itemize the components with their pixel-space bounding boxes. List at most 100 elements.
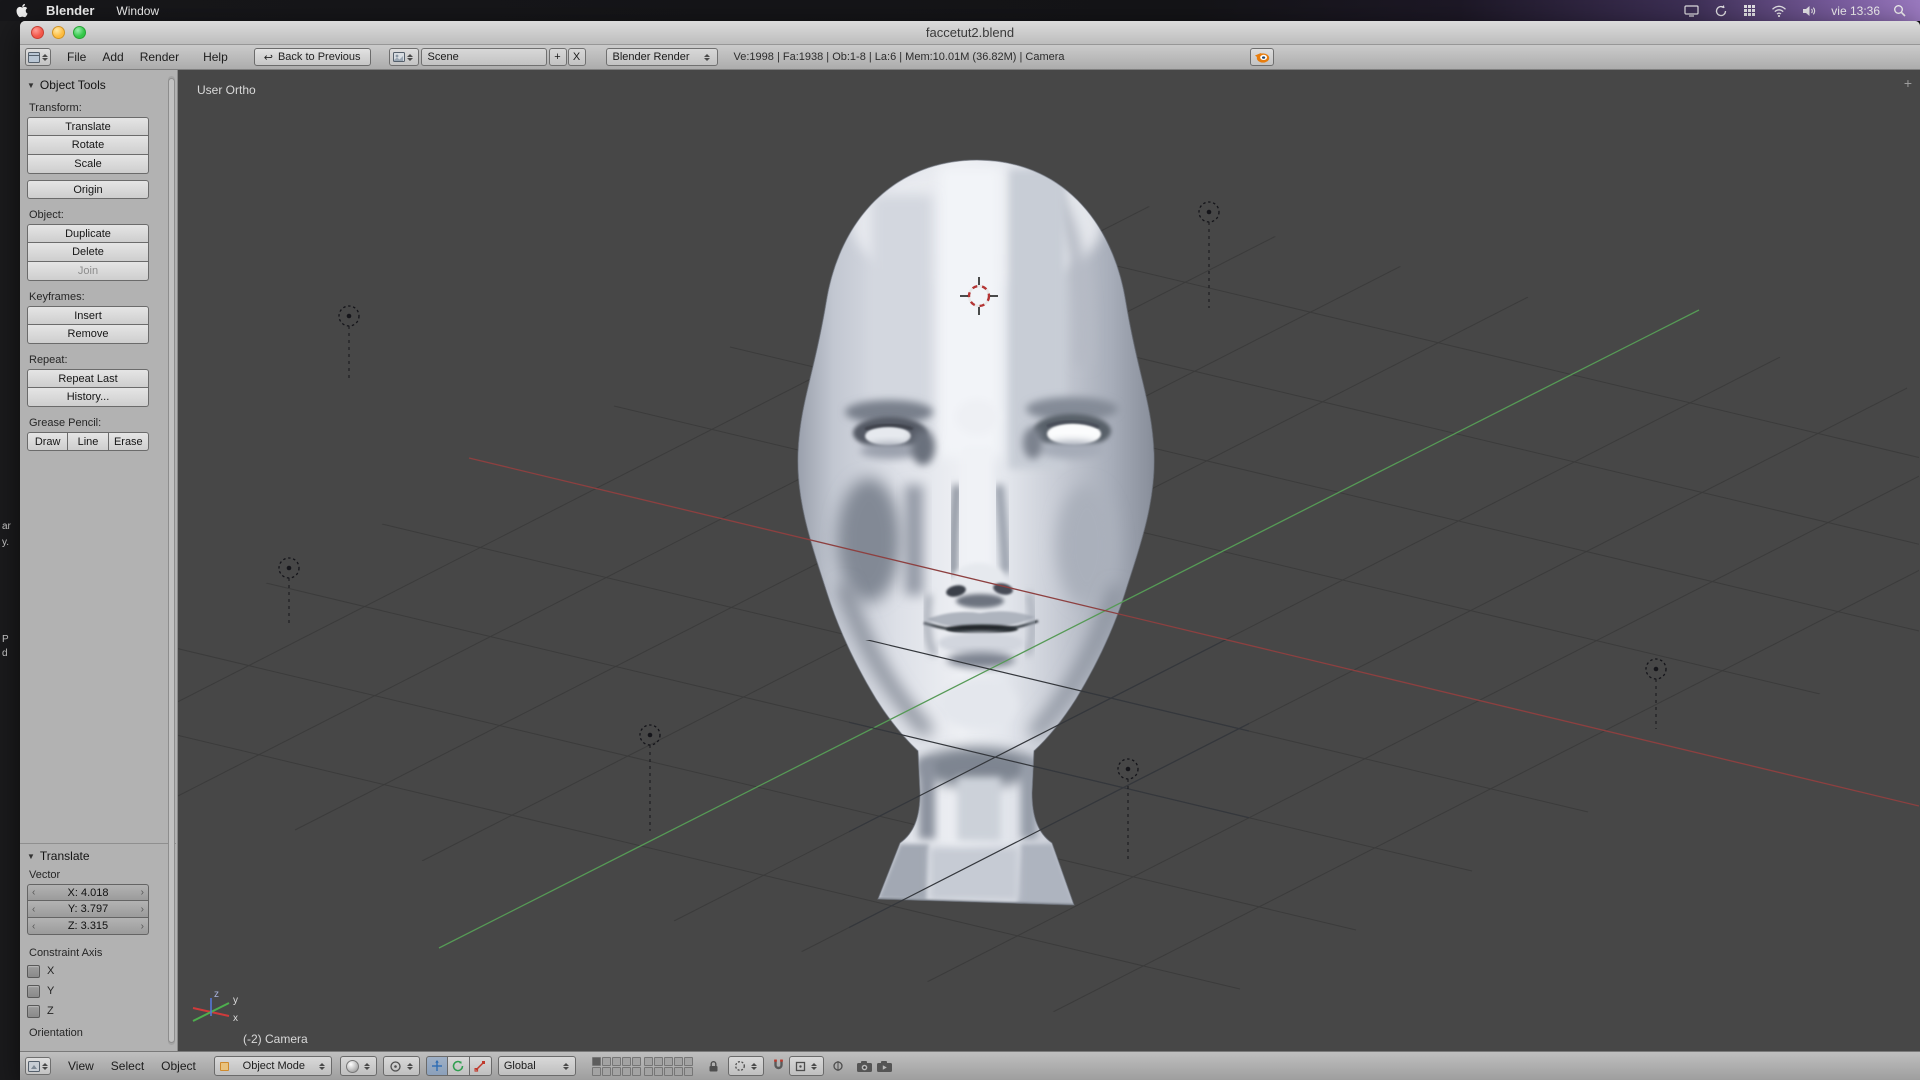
tool-shelf-scrollbar[interactable] <box>168 76 175 1045</box>
grease-draw-button[interactable]: Draw <box>27 432 68 451</box>
scene-add-button[interactable]: + <box>549 48 567 66</box>
head-mesh[interactable] <box>798 160 1154 905</box>
layer-cell[interactable] <box>602 1057 611 1066</box>
layer-cell[interactable] <box>602 1067 611 1076</box>
layer-cell[interactable] <box>632 1057 641 1066</box>
layer-cell[interactable] <box>592 1067 601 1076</box>
layer-grid-right[interactable] <box>644 1057 693 1076</box>
constraint-z-checkbox[interactable] <box>27 1005 40 1018</box>
volume-icon[interactable] <box>1802 5 1817 17</box>
sync-status-icon[interactable] <box>1714 4 1728 18</box>
translate-panel-header[interactable]: ▼ Translate <box>27 849 176 863</box>
layer-cell[interactable] <box>684 1057 693 1066</box>
editor-type-button[interactable] <box>25 1057 51 1075</box>
remove-keyframe-button[interactable]: Remove <box>27 325 149 344</box>
layer-cell[interactable] <box>644 1067 653 1076</box>
lamp-object[interactable] <box>1118 759 1138 861</box>
layer-cell[interactable] <box>592 1057 601 1066</box>
vector-y-slider[interactable]: ‹ Y: 3.797 › <box>27 901 149 918</box>
lamp-object[interactable] <box>279 558 299 626</box>
layer-cell[interactable] <box>654 1057 663 1066</box>
menu-file[interactable]: File <box>67 50 86 64</box>
layer-cell[interactable] <box>632 1067 641 1076</box>
scene-unlink-button[interactable]: X <box>568 48 586 66</box>
layer-cell[interactable] <box>664 1067 673 1076</box>
layer-cell[interactable] <box>612 1057 621 1066</box>
scene-browse-button[interactable] <box>389 48 419 66</box>
menu-window[interactable]: Window <box>116 4 159 18</box>
menu-help[interactable]: Help <box>203 50 228 64</box>
window-titlebar[interactable]: faccetut2.blend <box>20 21 1920 45</box>
proportional-edit-dropdown[interactable] <box>728 1056 764 1076</box>
snap-element-dropdown[interactable] <box>789 1056 824 1076</box>
object-tools-panel-header[interactable]: ▼ Object Tools <box>27 78 149 92</box>
object-menu[interactable]: Object <box>161 1059 196 1073</box>
pivot-point-dropdown[interactable] <box>383 1056 420 1076</box>
layer-cell[interactable] <box>674 1057 683 1066</box>
vector-z-slider[interactable]: ‹ Z: 3.315 › <box>27 918 149 935</box>
view-menu[interactable]: View <box>68 1059 94 1073</box>
vector-x-slider[interactable]: ‹ X: 4.018 › <box>27 884 149 901</box>
layer-cell[interactable] <box>674 1067 683 1076</box>
lamp-object[interactable] <box>1646 659 1666 729</box>
display-status-icon[interactable] <box>1684 5 1699 17</box>
scene-name-field[interactable]: Scene <box>421 48 547 66</box>
menu-render[interactable]: Render <box>140 50 179 64</box>
scale-button[interactable]: Scale <box>27 155 149 174</box>
apple-menu-icon[interactable] <box>16 3 28 18</box>
lamp-object[interactable] <box>1199 202 1219 308</box>
slider-right-arrow-icon[interactable]: › <box>141 887 144 898</box>
layer-cell[interactable] <box>612 1067 621 1076</box>
slider-left-arrow-icon[interactable]: ‹ <box>32 904 35 915</box>
spotlight-search-icon[interactable] <box>1893 4 1906 17</box>
insert-keyframe-button[interactable]: Insert <box>27 306 149 325</box>
render-engine-dropdown[interactable]: Blender Render <box>606 48 718 66</box>
snap-magnet-icon[interactable] <box>772 1059 785 1073</box>
join-button[interactable]: Join <box>27 262 149 281</box>
delete-button[interactable]: Delete <box>27 243 149 262</box>
layer-cell[interactable] <box>644 1057 653 1066</box>
translate-manipulator-button[interactable] <box>426 1056 448 1076</box>
constraint-y-checkbox[interactable] <box>27 985 40 998</box>
dropdown-arrows-icon <box>407 1061 414 1072</box>
opengl-render-anim-button[interactable] <box>876 1060 893 1073</box>
properties-region-toggle[interactable]: + <box>1904 75 1912 91</box>
translate-button[interactable]: Translate <box>27 117 149 136</box>
back-to-previous-button[interactable]: ↩ Back to Previous <box>254 48 371 66</box>
viewport-3d[interactable]: x y z User Ortho (-2) Camera + <box>178 70 1920 1051</box>
menu-add[interactable]: Add <box>102 50 123 64</box>
origin-button[interactable]: Origin <box>27 180 149 199</box>
opengl-render-still-button[interactable] <box>856 1060 873 1073</box>
menubar-clock[interactable]: vie 13:36 <box>1831 4 1880 18</box>
layer-cell[interactable] <box>622 1057 631 1066</box>
slider-left-arrow-icon[interactable]: ‹ <box>32 887 35 898</box>
grease-line-button[interactable]: Line <box>68 432 108 451</box>
history-button[interactable]: History... <box>27 388 149 407</box>
layer-cell[interactable] <box>654 1067 663 1076</box>
rotate-manipulator-button[interactable] <box>448 1056 470 1076</box>
editor-type-button[interactable] <box>25 48 51 66</box>
layer-cell[interactable] <box>664 1057 673 1066</box>
mode-dropdown[interactable]: Object Mode <box>214 1056 332 1076</box>
select-menu[interactable]: Select <box>111 1059 144 1073</box>
scene-lock-icon[interactable] <box>707 1060 720 1073</box>
wifi-icon[interactable] <box>1771 5 1787 17</box>
repeat-last-button[interactable]: Repeat Last <box>27 369 149 388</box>
slider-left-arrow-icon[interactable]: ‹ <box>32 921 35 932</box>
rotate-button[interactable]: Rotate <box>27 136 149 155</box>
transform-orientation-dropdown[interactable]: Global <box>498 1056 576 1076</box>
layer-grid-left[interactable] <box>592 1057 641 1076</box>
spaces-grid-icon[interactable] <box>1743 4 1756 17</box>
app-menu-blender[interactable]: Blender <box>46 3 94 18</box>
scale-manipulator-button[interactable] <box>470 1056 492 1076</box>
layer-cell[interactable] <box>622 1067 631 1076</box>
layer-cell[interactable] <box>684 1067 693 1076</box>
grease-erase-button[interactable]: Erase <box>109 432 149 451</box>
lamp-object[interactable] <box>339 306 359 382</box>
constraint-x-checkbox[interactable] <box>27 965 40 978</box>
slider-right-arrow-icon[interactable]: › <box>141 904 144 915</box>
snap-target-icon[interactable] <box>832 1060 844 1072</box>
duplicate-button[interactable]: Duplicate <box>27 224 149 243</box>
viewport-shading-dropdown[interactable] <box>340 1056 377 1076</box>
slider-right-arrow-icon[interactable]: › <box>141 921 144 932</box>
